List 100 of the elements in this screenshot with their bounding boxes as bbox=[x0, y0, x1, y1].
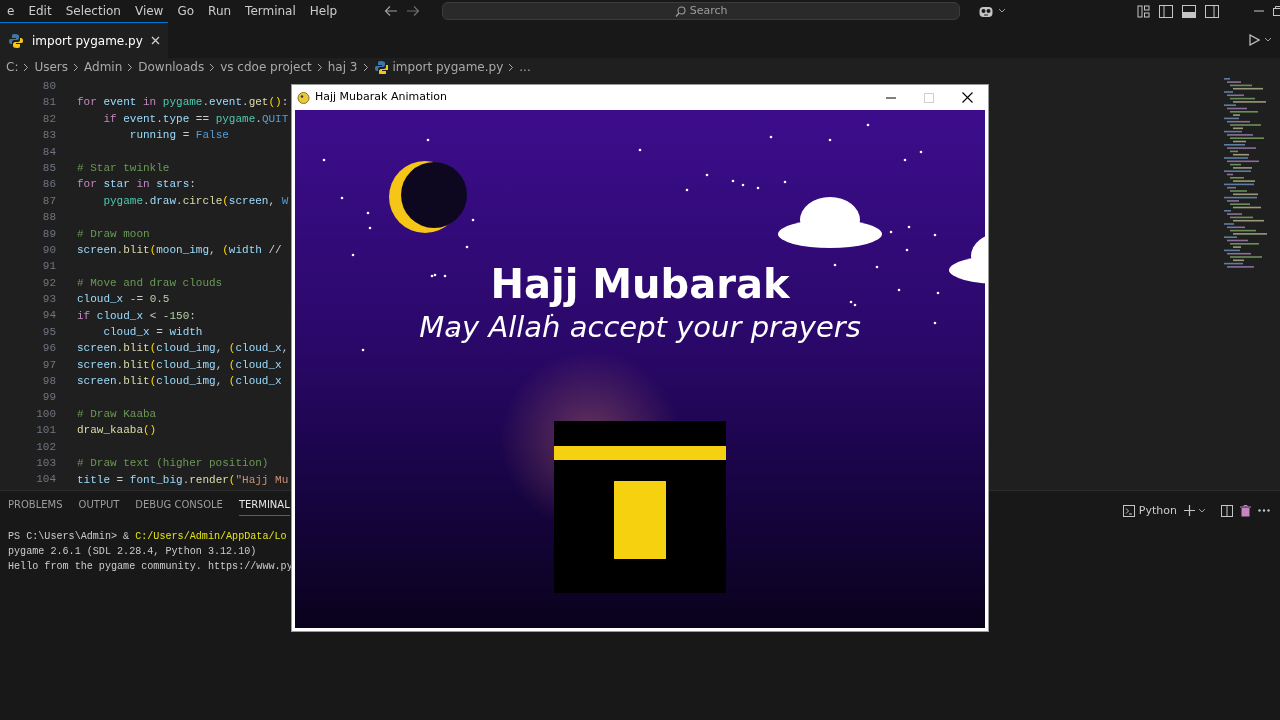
panel-tab[interactable]: DEBUG CONSOLE bbox=[135, 497, 223, 516]
terminal-line: pygame 2.6.1 (SDL 2.28.4, Python 3.12.10) bbox=[8, 545, 257, 559]
chevron-right-icon bbox=[23, 62, 30, 72]
chevron-right-icon bbox=[127, 62, 134, 72]
code-line: # Draw moon bbox=[76, 226, 150, 242]
line-number: 93 bbox=[41, 292, 57, 308]
line-number: 80 bbox=[41, 79, 57, 94]
search-icon bbox=[674, 5, 686, 17]
line-number: 103 bbox=[35, 456, 57, 471]
code-line: screen.blit(moon_img, (width // bbox=[76, 243, 282, 258]
line-number: 102 bbox=[35, 439, 57, 455]
code-line: # Move and draw clouds bbox=[76, 275, 223, 291]
code-line: # Star twinkle bbox=[76, 161, 170, 176]
chevron-right-icon bbox=[73, 62, 80, 72]
secondary-sidebar-icon[interactable] bbox=[1205, 4, 1219, 18]
breadcrumb-more[interactable]: ... bbox=[519, 58, 531, 76]
breadcrumb-item[interactable]: vs cdoe project bbox=[220, 58, 312, 76]
more-icon[interactable] bbox=[1258, 509, 1270, 513]
line-number: 96 bbox=[41, 341, 57, 357]
code-line: if cloud_x < -150: bbox=[76, 308, 196, 324]
line-number: 94 bbox=[41, 308, 57, 324]
trash-icon[interactable] bbox=[1240, 504, 1251, 517]
line-number: 86 bbox=[41, 177, 57, 193]
breadcrumb-item[interactable]: Admin bbox=[84, 58, 123, 76]
chevron-right-icon bbox=[316, 62, 323, 72]
chevron-down-icon[interactable] bbox=[1264, 37, 1272, 43]
menu-item[interactable]: Edit bbox=[21, 0, 59, 22]
search-field[interactable]: Search bbox=[442, 2, 961, 20]
back-arrow-icon[interactable] bbox=[384, 5, 399, 17]
terminal-icon bbox=[1122, 504, 1135, 517]
greeting-subheading: May Allah accept your prayers bbox=[418, 309, 862, 346]
split-icon[interactable] bbox=[1221, 504, 1233, 517]
code-line: # Draw text (higher position) bbox=[76, 456, 269, 472]
tab-label: import pygame.py bbox=[32, 32, 143, 50]
close-icon[interactable] bbox=[962, 92, 973, 103]
chevron-right-icon bbox=[209, 62, 216, 72]
menu-item[interactable]: Go bbox=[170, 0, 202, 22]
chevron-right-icon bbox=[508, 62, 515, 72]
line-number: 104 bbox=[35, 472, 57, 488]
terminal-line: PS C:\Users\Admin> & C:/Users/Admin/AppData/Lo bbox=[8, 530, 287, 544]
terminal-profile[interactable]: Python bbox=[1122, 502, 1177, 519]
code-line: pygame.draw.circle(screen, W bbox=[102, 193, 289, 209]
restore-icon[interactable] bbox=[1273, 6, 1280, 16]
layout-icon[interactable] bbox=[1137, 4, 1150, 18]
panel-tab[interactable]: PROBLEMS bbox=[8, 497, 63, 516]
breadcrumb-item[interactable]: Users bbox=[34, 58, 69, 76]
line-number: 87 bbox=[41, 193, 57, 209]
primary-sidebar-icon[interactable] bbox=[1159, 4, 1173, 18]
line-number: 100 bbox=[35, 406, 57, 422]
menu-item[interactable]: Selection bbox=[58, 0, 128, 22]
robot-icon[interactable] bbox=[978, 4, 995, 18]
line-number: 81 bbox=[41, 95, 57, 111]
line-number: 90 bbox=[41, 242, 57, 258]
breadcrumb-item[interactable]: C: bbox=[6, 58, 19, 76]
menu-item[interactable]: e bbox=[0, 0, 22, 22]
code-line: running = False bbox=[128, 128, 229, 144]
chevron-right-icon bbox=[362, 62, 369, 72]
breadcrumb-item[interactable]: Downloads bbox=[138, 58, 205, 76]
plus-icon[interactable] bbox=[1184, 505, 1195, 517]
code-line: for event in pygame.event.get(): bbox=[76, 95, 289, 111]
line-number: 85 bbox=[41, 160, 57, 176]
line-number: 91 bbox=[41, 259, 57, 275]
code-line: for star in stars: bbox=[76, 177, 196, 193]
editor-tab[interactable]: import pygame.py bbox=[0, 22, 168, 58]
line-number: 83 bbox=[41, 128, 57, 144]
chevron-down-icon[interactable] bbox=[998, 8, 1007, 14]
code-line: title = font_big.render("Hajj Mu bbox=[76, 472, 289, 488]
code-line: screen.blit(cloud_img, (cloud_x bbox=[76, 357, 282, 373]
panel-tab[interactable]: OUTPUT bbox=[78, 497, 120, 516]
python-icon bbox=[8, 32, 24, 49]
menu-item[interactable]: View bbox=[127, 0, 171, 22]
line-number: 99 bbox=[41, 390, 57, 406]
app-icon bbox=[297, 91, 310, 104]
line-number: 82 bbox=[41, 111, 57, 127]
panel-icon[interactable] bbox=[1182, 4, 1196, 18]
breadcrumb-item[interactable]: import pygame.py bbox=[392, 58, 504, 76]
minimize-icon[interactable] bbox=[886, 96, 896, 99]
breadcrumb-item[interactable]: haj 3 bbox=[327, 58, 358, 76]
line-number: 89 bbox=[41, 226, 57, 242]
code-line: if event.type == pygame.QUIT bbox=[102, 111, 289, 127]
menu-item[interactable]: Help bbox=[302, 0, 345, 22]
code-line: # Draw Kaaba bbox=[76, 407, 157, 423]
chevron-down-icon[interactable] bbox=[1198, 507, 1206, 514]
line-number: 101 bbox=[35, 423, 57, 439]
python-icon bbox=[373, 60, 388, 74]
panel-tab[interactable]: TERMINAL bbox=[238, 497, 290, 516]
terminal-line: Hello from the pygame community. https://www.py bbox=[8, 560, 293, 574]
line-number: 84 bbox=[41, 144, 57, 160]
code-line: draw_kaaba() bbox=[76, 423, 157, 439]
line-number: 98 bbox=[41, 374, 57, 390]
code-line: cloud_x -= 0.5 bbox=[76, 292, 170, 308]
code-line: screen.blit(cloud_img, (cloud_x bbox=[76, 374, 282, 390]
greeting-heading: Hajj Mubarak bbox=[489, 260, 791, 309]
forward-arrow-icon[interactable] bbox=[406, 5, 421, 17]
window-title: Hajj Mubarak Animation bbox=[315, 89, 448, 106]
code-line: screen.blit(cloud_img, (cloud_x, bbox=[76, 341, 289, 357]
line-number: 92 bbox=[41, 275, 57, 291]
play-icon[interactable] bbox=[1249, 34, 1260, 46]
menu-item[interactable]: Run bbox=[201, 0, 239, 22]
menu-item[interactable]: Terminal bbox=[238, 0, 303, 22]
